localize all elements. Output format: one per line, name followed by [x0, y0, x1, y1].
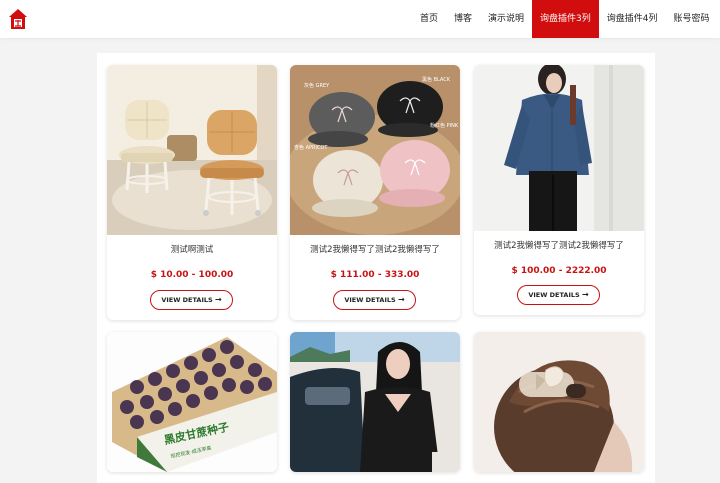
view-details-button[interactable]: VIEW DETAILS →	[333, 290, 416, 310]
main-nav: 首页 博客 演示说明 询盘插件3列 询盘插件4列 账号密码 建站	[412, 0, 720, 38]
product-image[interactable]	[107, 65, 277, 235]
product-image[interactable]	[290, 332, 460, 472]
product-title[interactable]: 测试啊测试	[107, 243, 277, 255]
product-price: $ 10.00 - 100.00	[150, 270, 234, 280]
caps-apricot-label: 杏色 APRICOT	[294, 144, 328, 151]
view-details-label: VIEW DETAILS	[161, 296, 213, 304]
product-title[interactable]: 测试2我懒得写了测试2我懒得写了	[474, 239, 644, 251]
product-card[interactable]	[290, 332, 460, 472]
nav-account[interactable]: 账号密码	[666, 0, 718, 38]
caps-pink-label: 粉红色 PINK	[430, 122, 459, 129]
product-card[interactable]: 测试2我懒得写了测试2我懒得写了 $ 100.00 - 2222.00 VIEW…	[474, 65, 644, 315]
nav-home[interactable]: 首页	[412, 0, 446, 38]
view-details-label: VIEW DETAILS	[344, 296, 396, 304]
arrow-right-icon: →	[214, 295, 222, 304]
product-image[interactable]: 黑皮甘蔗种子 现挖现发·成活率高	[107, 332, 277, 472]
product-card[interactable]: 测试啊测试 $ 10.00 - 100.00 VIEW DETAILS →	[107, 65, 277, 320]
product-image[interactable]	[474, 332, 644, 472]
nav-inquiry-4col[interactable]: 询盘插件4列	[599, 0, 666, 38]
caps-grey-label: 灰色 GREY	[304, 82, 330, 89]
site-header: 首页 博客 演示说明 询盘插件3列 询盘插件4列 账号密码 建站	[0, 0, 720, 38]
product-grid: 测试啊测试 $ 10.00 - 100.00 VIEW DETAILS → 灰色…	[97, 53, 655, 483]
product-image[interactable]: 灰色 GREY 黑色 BLACK 杏色 APRICOT 粉红色 PINK	[290, 65, 460, 235]
product-title[interactable]: 测试2我懒得写了测试2我懒得写了	[290, 243, 460, 255]
arrow-right-icon: →	[397, 295, 405, 304]
product-price: $ 100.00 - 2222.00	[511, 266, 607, 276]
product-card[interactable]	[474, 332, 644, 472]
nav-inquiry-3col[interactable]: 询盘插件3列	[532, 0, 599, 38]
arrow-right-icon: →	[581, 290, 589, 299]
caps-black-label: 黑色 BLACK	[422, 76, 451, 83]
product-card[interactable]: 黑皮甘蔗种子 现挖现发·成活率高	[107, 332, 277, 472]
nav-blog[interactable]: 博客	[446, 0, 480, 38]
product-image[interactable]	[474, 65, 644, 231]
nav-demo[interactable]: 演示说明	[480, 0, 532, 38]
product-card[interactable]: 灰色 GREY 黑色 BLACK 杏色 APRICOT 粉红色 PINK 测试2…	[290, 65, 460, 320]
product-price: $ 111.00 - 333.00	[330, 270, 420, 280]
view-details-button[interactable]: VIEW DETAILS →	[150, 290, 233, 310]
view-details-label: VIEW DETAILS	[528, 291, 580, 299]
view-details-button[interactable]: VIEW DETAILS →	[517, 285, 600, 305]
home-lock-icon[interactable]	[8, 8, 28, 30]
